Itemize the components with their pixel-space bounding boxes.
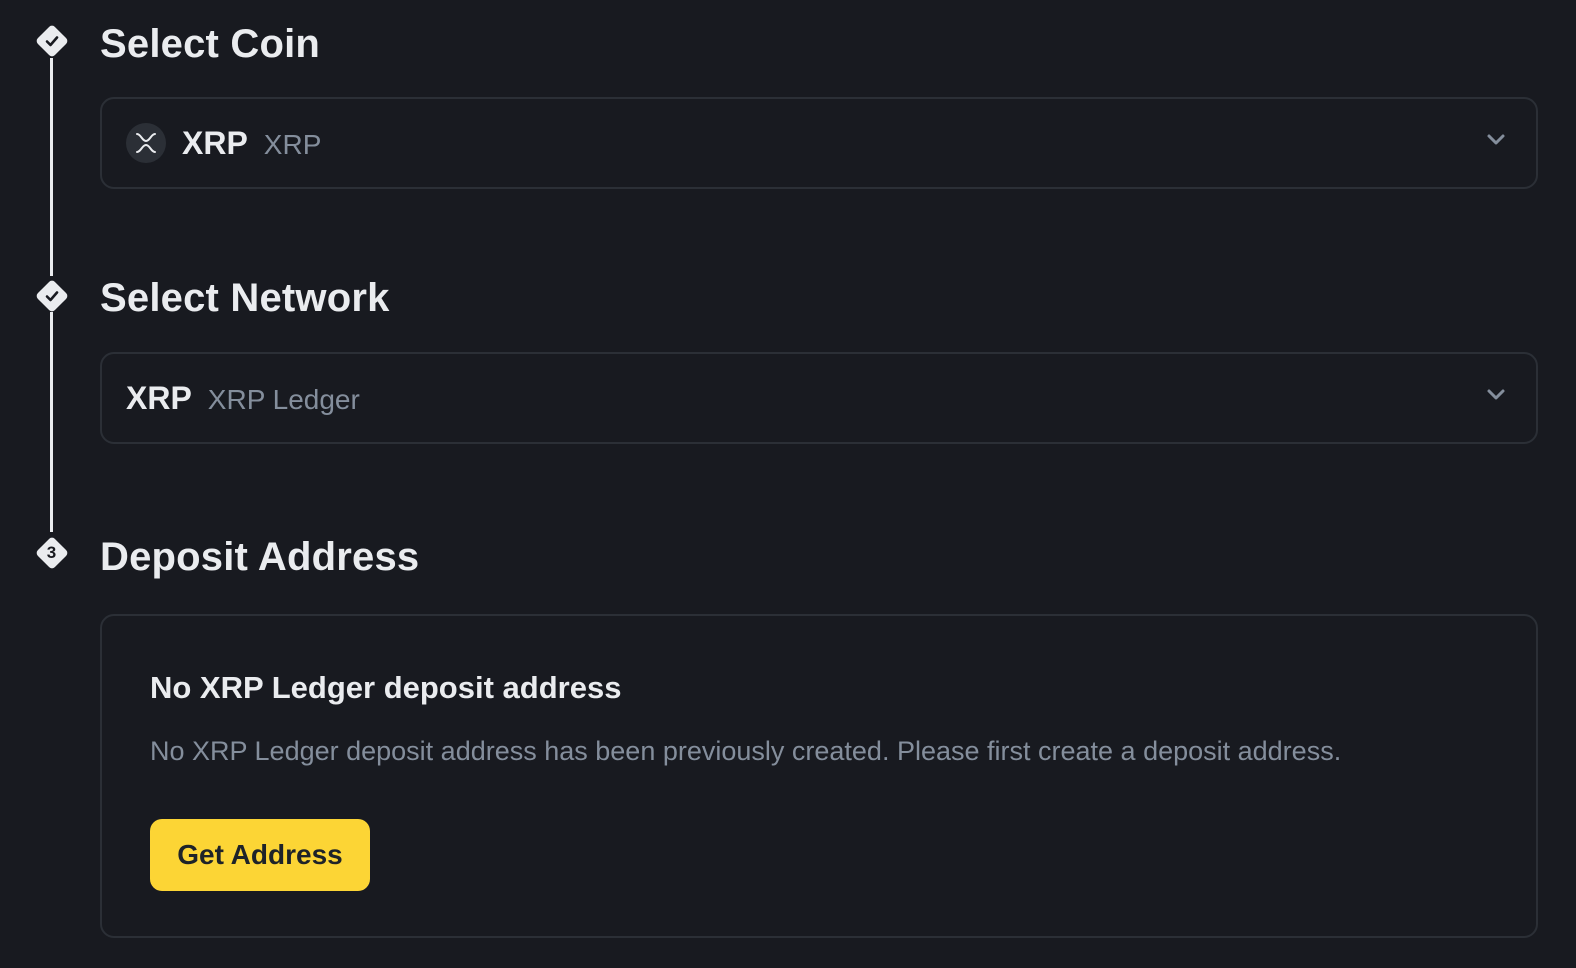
step-number: 3 bbox=[46, 542, 57, 562]
network-symbol: XRP bbox=[126, 379, 192, 416]
checkmark-icon bbox=[45, 290, 58, 301]
chevron-down-icon bbox=[1487, 134, 1505, 145]
deposit-address-heading: Deposit Address bbox=[100, 535, 420, 579]
get-address-button[interactable]: Get Address bbox=[150, 819, 370, 891]
no-address-description: No XRP Ledger deposit address has been p… bbox=[150, 736, 1342, 766]
step-connector-line bbox=[50, 312, 53, 532]
network-name: XRP Ledger bbox=[207, 383, 360, 415]
coin-symbol: XRP bbox=[182, 124, 248, 161]
step-2-complete-marker bbox=[34, 278, 69, 313]
chevron-down-icon bbox=[1487, 389, 1505, 400]
select-network-heading: Select Network bbox=[100, 276, 390, 320]
no-address-title: No XRP Ledger deposit address bbox=[150, 670, 622, 705]
deposit-page: 3 Select Coin XRP XRP Select Network XRP… bbox=[0, 0, 1576, 968]
step-3-marker: 3 bbox=[34, 535, 69, 570]
select-coin-heading: Select Coin bbox=[100, 22, 321, 66]
coin-name: XRP bbox=[263, 128, 322, 160]
step-1-complete-marker bbox=[34, 23, 69, 58]
xrp-coin-icon bbox=[126, 123, 166, 163]
network-select-dropdown[interactable]: XRP XRP Ledger bbox=[100, 352, 1538, 444]
checkmark-icon bbox=[45, 35, 58, 46]
deposit-address-card: No XRP Ledger deposit address No XRP Led… bbox=[100, 614, 1538, 938]
coin-select-dropdown[interactable]: XRP XRP bbox=[100, 97, 1538, 189]
step-connector-line bbox=[50, 58, 53, 276]
